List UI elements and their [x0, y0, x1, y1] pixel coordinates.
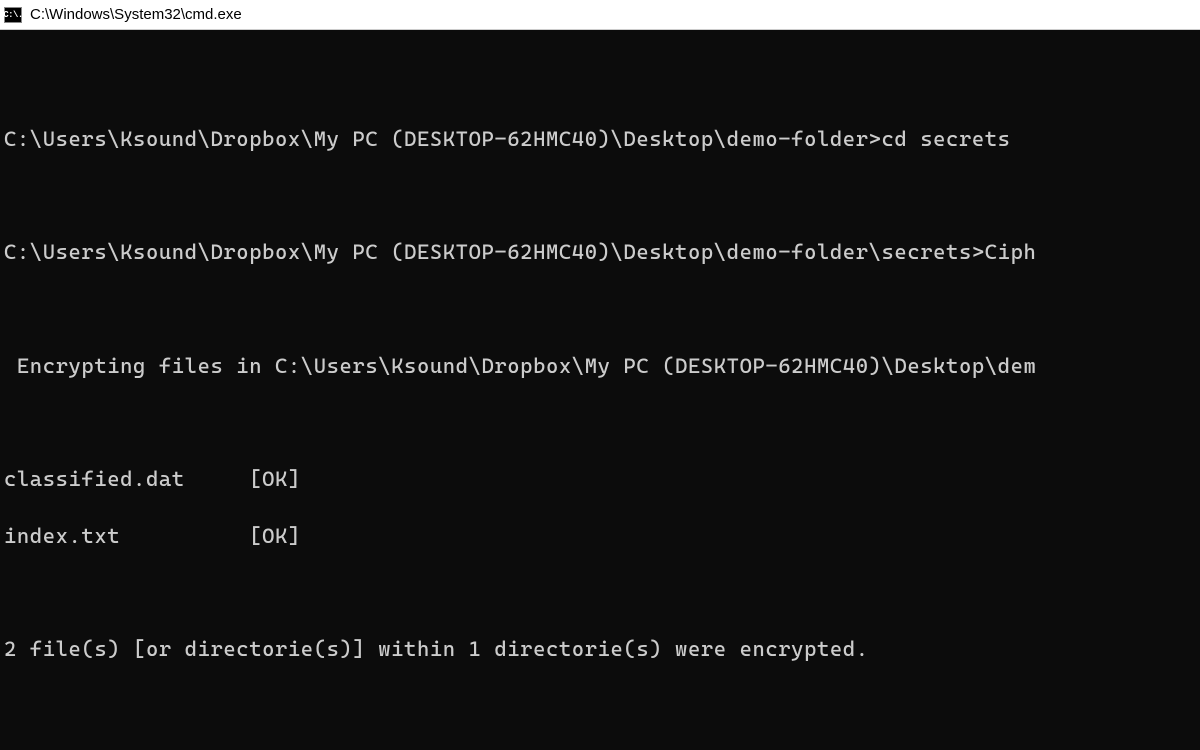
- window-title: C:\Windows\System32\cmd.exe: [30, 6, 242, 23]
- terminal-line: [4, 295, 1196, 323]
- terminal-line: C:\Users\Ksound\Dropbox\My PC (DESKTOP-6…: [4, 125, 1196, 153]
- terminal-output[interactable]: C:\Users\Ksound\Dropbox\My PC (DESKTOP-6…: [0, 30, 1200, 750]
- terminal-line: [4, 579, 1196, 607]
- prompt-path: C:\Users\Ksound\Dropbox\My PC (DESKTOP-6…: [4, 127, 882, 151]
- terminal-line: [4, 408, 1196, 436]
- cmd-icon: C:\.: [4, 7, 22, 23]
- terminal-line: [4, 692, 1196, 720]
- window-titlebar[interactable]: C:\. C:\Windows\System32\cmd.exe: [0, 0, 1200, 30]
- terminal-line: C:\Users\Ksound\Dropbox\My PC (DESKTOP-6…: [4, 238, 1196, 266]
- terminal-line: 2 file(s) [or directorie(s)] within 1 di…: [4, 635, 1196, 663]
- terminal-line: [4, 182, 1196, 210]
- terminal-line: [4, 68, 1196, 96]
- command-text: cd secrets: [882, 127, 1011, 151]
- terminal-line: Encrypting files in C:\Users\Ksound\Drop…: [4, 352, 1196, 380]
- terminal-line: classified.dat [OK]: [4, 465, 1196, 493]
- prompt-path: C:\Users\Ksound\Dropbox\My PC (DESKTOP-6…: [4, 240, 985, 264]
- command-text: Ciph: [985, 240, 1037, 264]
- terminal-line: index.txt [OK]: [4, 522, 1196, 550]
